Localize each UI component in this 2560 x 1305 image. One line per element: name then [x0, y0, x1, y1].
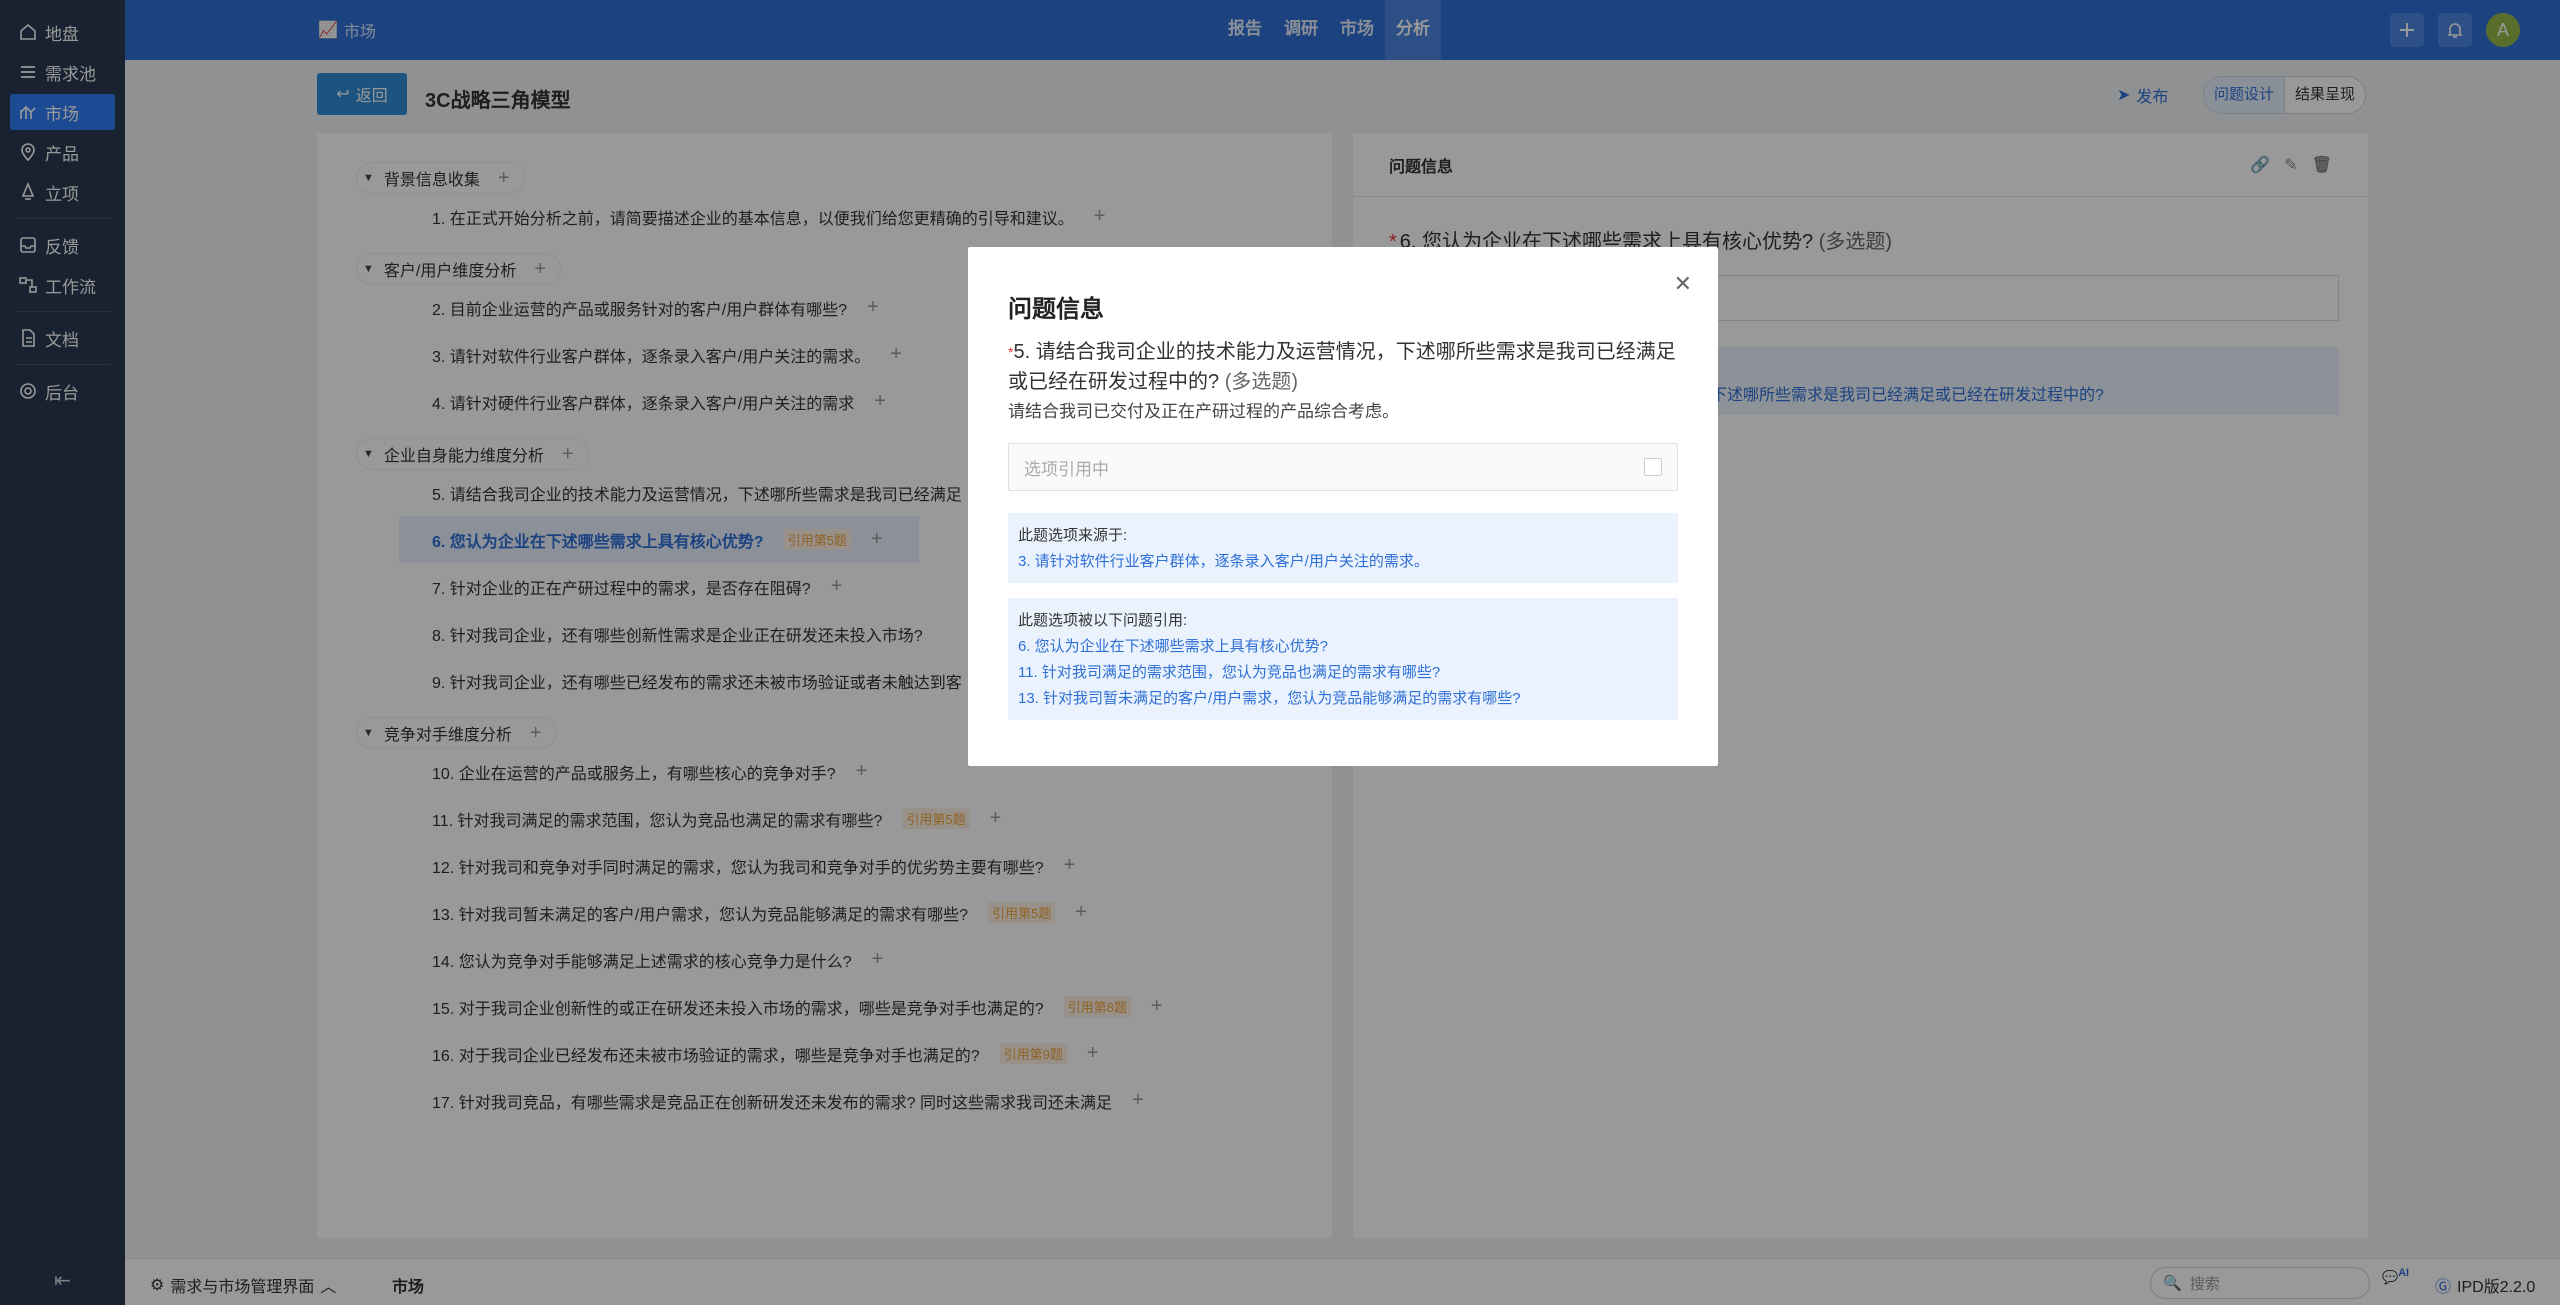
referenced-link[interactable]: 11. 针对我司满足的需求范围，您认为竞品也满足的需求有哪些?: [1018, 660, 1668, 686]
source-heading: 此题选项来源于:: [1018, 527, 1128, 544]
source-link[interactable]: 3. 请针对软件行业客户群体，逐条录入客户/用户关注的需求。: [1018, 549, 1668, 575]
options-field[interactable]: 选项引用中: [1008, 443, 1678, 491]
question-description: 请结合我司已交付及正在产研过程的产品综合考虑。: [1008, 402, 1399, 421]
question-type: (多选题): [1224, 371, 1299, 393]
dialog-question: *5. 请结合我司企业的技术能力及运营情况，下述哪所些需求是我司已经满足或已经在…: [1008, 337, 1688, 397]
referenced-link[interactable]: 6. 您认为企业在下述哪些需求上具有核心优势?: [1018, 634, 1668, 660]
referenced-box: 此题选项被以下问题引用: 6. 您认为企业在下述哪些需求上具有核心优势? 11.…: [1008, 598, 1678, 720]
option-checkbox[interactable]: [1644, 458, 1662, 476]
source-box: 此题选项来源于: 3. 请针对软件行业客户群体，逐条录入客户/用户关注的需求。: [1008, 513, 1678, 583]
referenced-heading: 此题选项被以下问题引用:: [1018, 612, 1188, 629]
options-placeholder: 选项引用中: [1024, 459, 1109, 479]
close-icon[interactable]: ✕: [1674, 271, 1692, 297]
question-number: 5.: [1013, 341, 1031, 363]
referenced-link[interactable]: 13. 针对我司暂未满足的客户/用户需求，您认为竞品能够满足的需求有哪些?: [1018, 686, 1668, 712]
dialog-title: 问题信息: [1008, 296, 1104, 323]
question-text: 请结合我司企业的技术能力及运营情况，下述哪所些需求是我司已经满足或已经在研发过程…: [1008, 341, 1676, 393]
question-info-dialog: ✕ 问题信息 *5. 请结合我司企业的技术能力及运营情况，下述哪所些需求是我司已…: [968, 247, 1718, 766]
